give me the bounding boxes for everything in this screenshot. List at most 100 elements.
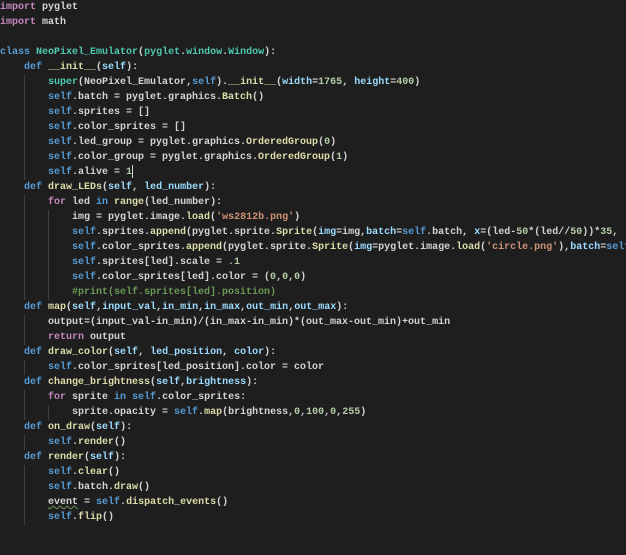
indent-guide (0, 60, 24, 75)
code-line[interactable]: def change_brightness(self,brightness): (0, 375, 626, 390)
code-line[interactable]: self.batch.draw() (0, 480, 626, 495)
code-token: self (48, 437, 73, 448)
code-token: def (24, 377, 49, 388)
code-line[interactable]: self.color_group = pyglet.graphics.Order… (0, 150, 626, 165)
code-token: ): (246, 377, 259, 388)
code-token: height (354, 77, 391, 88)
indent-guide (0, 360, 24, 375)
indent-guide (48, 285, 72, 300)
code-token: self (192, 77, 217, 88)
code-line[interactable]: self.sprites.append(pyglet.sprite.Sprite… (0, 225, 626, 240)
indent-guide (0, 165, 24, 180)
code-token: self (48, 107, 73, 118)
code-line[interactable]: output=(input_val-in_min)/(in_max-in_min… (0, 315, 626, 330)
indent-guide (0, 435, 24, 450)
code-line[interactable]: self.clear() (0, 465, 626, 480)
code-token: self (606, 242, 626, 253)
indent-guide (0, 330, 24, 345)
code-token: .color_sprites = [] (72, 122, 187, 133)
code-token: led_position (150, 347, 223, 358)
indent-guide (0, 75, 24, 90)
indent-guide (24, 255, 48, 270)
code-line[interactable]: self.render() (0, 435, 626, 450)
code-token: self (48, 512, 73, 523)
code-token: __init__ (48, 62, 97, 73)
code-token: in (96, 197, 115, 208)
code-token: 'circle.png' (486, 242, 559, 253)
code-line[interactable]: self.sprites = [] (0, 105, 626, 120)
code-token: .sprites[led].scale = (96, 257, 229, 268)
code-token: self (114, 347, 139, 358)
code-line[interactable] (0, 30, 626, 45)
code-token: for (48, 197, 67, 208)
code-token: 255 (342, 407, 361, 418)
code-line[interactable]: def on_draw(self): (0, 420, 626, 435)
indent-guide (48, 255, 72, 270)
code-line[interactable]: event = self.dispatch_events() (0, 495, 626, 510)
code-token: ) (294, 212, 301, 223)
code-token: .sprites = [] (72, 107, 151, 118)
code-token: batch (570, 242, 601, 253)
code-line[interactable]: def draw_color(self, led_position, color… (0, 345, 626, 360)
code-line[interactable]: def draw_LEDs(self, led_number): (0, 180, 626, 195)
code-token: brightness (186, 377, 247, 388)
code-token: .sprites. (96, 227, 151, 238)
code-line[interactable]: self.color_sprites[led].color = (0,0,0) (0, 270, 626, 285)
indent-guide (24, 240, 48, 255)
code-token: () (114, 437, 127, 448)
code-token: 50 (516, 227, 529, 238)
code-token: self (402, 227, 427, 238)
code-token: draw (114, 482, 139, 493)
code-line[interactable]: return output (0, 330, 626, 345)
code-line[interactable]: def render(self): (0, 450, 626, 465)
code-token: img (354, 242, 373, 253)
indent-guide (24, 285, 48, 300)
code-line[interactable]: self.alive = 1 (0, 165, 626, 180)
code-token: img = pyglet.image. (72, 212, 187, 223)
code-token: .color_sprites[led_position].color = col… (72, 362, 325, 373)
indent-guide (0, 240, 24, 255)
code-editor[interactable]: import pyglet import math class NeoPixel_E… (0, 0, 626, 555)
indent-guide (0, 90, 24, 105)
code-line[interactable]: def __init__(self): (0, 60, 626, 75)
indent-guide (48, 225, 72, 240)
indent-guide (0, 225, 24, 240)
code-line[interactable]: self.color_sprites[led_position].color =… (0, 360, 626, 375)
code-token: map (48, 302, 67, 313)
code-token: () (108, 467, 121, 478)
indent-guide (0, 390, 24, 405)
code-line[interactable]: sprite.opacity = self.map(brightness,0,1… (0, 405, 626, 420)
code-token: def (24, 347, 49, 358)
code-token: batch (366, 227, 397, 238)
code-token: *(led// (528, 227, 571, 238)
code-token: flip (78, 512, 103, 523)
code-line[interactable]: self.batch = pyglet.graphics.Batch() (0, 90, 626, 105)
code-token: window (186, 47, 223, 58)
code-line[interactable]: self.led_group = pyglet.graphics.Ordered… (0, 135, 626, 150)
code-token: def (24, 62, 49, 73)
code-token: draw_LEDs (48, 182, 103, 193)
code-token: load (456, 242, 481, 253)
code-line[interactable]: self.sprites[led].scale = .1 (0, 255, 626, 270)
code-token: ) (300, 272, 307, 283)
code-line[interactable]: #print(self.sprites[led].position) (0, 285, 626, 300)
code-line[interactable]: class NeoPixel_Emulator(pyglet.window.Wi… (0, 45, 626, 60)
code-line[interactable]: for sprite in self.color_sprites: (0, 390, 626, 405)
code-token: 'ws2812b.png' (216, 212, 295, 223)
code-line[interactable]: self.color_sprites = [] (0, 120, 626, 135)
code-token: map (204, 407, 223, 418)
code-line[interactable]: def map(self,input_val,in_min,in_max,out… (0, 300, 626, 315)
code-token: (led_number): (144, 197, 223, 208)
code-token: class (0, 47, 37, 58)
code-line[interactable]: img = pyglet.image.load('ws2812b.png') (0, 210, 626, 225)
code-token: append (150, 227, 187, 238)
code-token: draw_color (48, 347, 109, 358)
code-line[interactable]: for led in range(led_number): (0, 195, 626, 210)
code-token: led_number (144, 182, 205, 193)
code-line[interactable]: import math (0, 15, 626, 30)
code-token: 50 (570, 227, 583, 238)
code-line[interactable]: super(NeoPixel_Emulator,self).__init__(w… (0, 75, 626, 90)
code-line[interactable]: self.color_sprites.append(pyglet.sprite.… (0, 240, 626, 255)
code-line[interactable]: import pyglet (0, 0, 626, 15)
code-line[interactable]: self.flip() (0, 510, 626, 525)
